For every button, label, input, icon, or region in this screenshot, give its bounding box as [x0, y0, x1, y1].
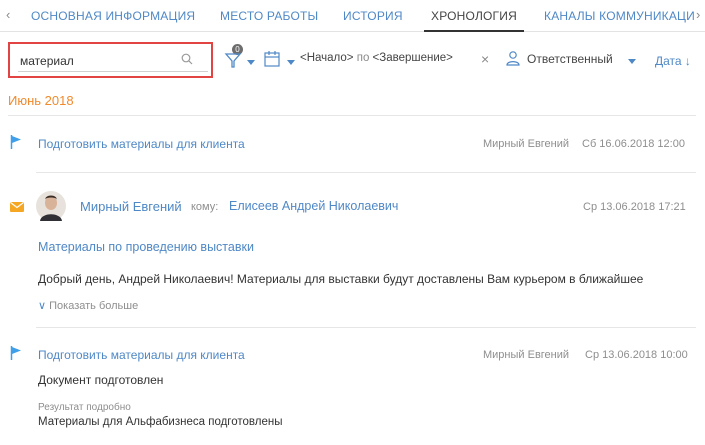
period-separator: по [356, 52, 370, 64]
show-more-label: Показать больше [49, 300, 139, 312]
filter-icon[interactable] [223, 50, 243, 70]
task-result-text: Материалы для Альфабизнеса подготовлены [38, 416, 283, 428]
calendar-icon[interactable] [263, 50, 281, 68]
tab-bar: ‹ ОСНОВНАЯ ИНФОРМАЦИЯ МЕСТО РАБОТЫ ИСТОР… [0, 0, 705, 32]
email-recipient-link[interactable]: Елисеев Андрей Николаевич [229, 199, 398, 213]
task-result-label: Результат подробно [38, 402, 131, 413]
task-author: Мирный Евгений [483, 349, 570, 361]
email-subject-link[interactable]: Материалы по проведению выставки [38, 240, 254, 254]
email-icon [10, 202, 24, 212]
tabs-scroll-right-icon[interactable]: › [696, 7, 700, 22]
email-body-preview: Добрый день, Андрей Николаевич! Материал… [38, 272, 644, 286]
email-sender-link[interactable]: Мирный Евгений [80, 199, 182, 214]
email-date: Ср 13.06.2018 17:21 [583, 201, 686, 213]
avatar[interactable] [36, 191, 66, 221]
task-title-link[interactable]: Подготовить материалы для клиента [38, 348, 245, 362]
period-end: <Завершение> [372, 52, 453, 64]
month-header: Июнь 2018 [8, 93, 74, 108]
task-author: Мирный Евгений [483, 138, 570, 150]
divider [36, 327, 696, 328]
task-date: Сб 16.06.2018 12:00 [582, 138, 685, 150]
period-dropdown-icon[interactable] [287, 60, 295, 65]
email-to-label: кому: [191, 201, 219, 213]
show-more-button[interactable]: ∨ Показать больше [38, 299, 138, 312]
sort-label: Дата [655, 54, 682, 68]
tabs-scroll-left-icon[interactable]: ‹ [6, 7, 10, 22]
task-title-link[interactable]: Подготовить материалы для клиента [38, 137, 245, 151]
tab-history[interactable]: ИСТОРИЯ [343, 9, 403, 23]
task-date: Ср 13.06.2018 10:00 [585, 349, 688, 361]
tab-communications[interactable]: КАНАЛЫ КОММУНИКАЦИ [544, 9, 695, 23]
active-tab-indicator [424, 30, 524, 32]
sort-descending-icon: ↓ [684, 54, 691, 68]
period-start: <Начало> [300, 52, 354, 64]
divider [8, 115, 696, 116]
user-icon [506, 51, 520, 66]
clear-period-icon[interactable]: × [481, 51, 489, 67]
tab-timeline[interactable]: ХРОНОЛОГИЯ [431, 9, 517, 23]
owner-dropdown-icon[interactable] [628, 59, 636, 64]
search-input[interactable] [18, 50, 208, 72]
owner-filter[interactable]: Ответственный [527, 52, 613, 66]
search-highlight [8, 42, 213, 78]
flag-icon [10, 346, 21, 360]
sort-button[interactable]: Дата ↓ [655, 54, 691, 68]
period-filter[interactable]: <Начало> по <Завершение> [300, 52, 453, 64]
chevron-down-icon: ∨ [38, 300, 47, 312]
filter-dropdown-icon[interactable] [247, 60, 255, 65]
search-icon[interactable] [181, 53, 193, 65]
task-note: Документ подготовлен [38, 373, 164, 387]
divider [36, 172, 696, 173]
tab-workplace[interactable]: МЕСТО РАБОТЫ [220, 9, 318, 23]
tab-main-info[interactable]: ОСНОВНАЯ ИНФОРМАЦИЯ [31, 9, 195, 23]
flag-icon [10, 135, 21, 149]
